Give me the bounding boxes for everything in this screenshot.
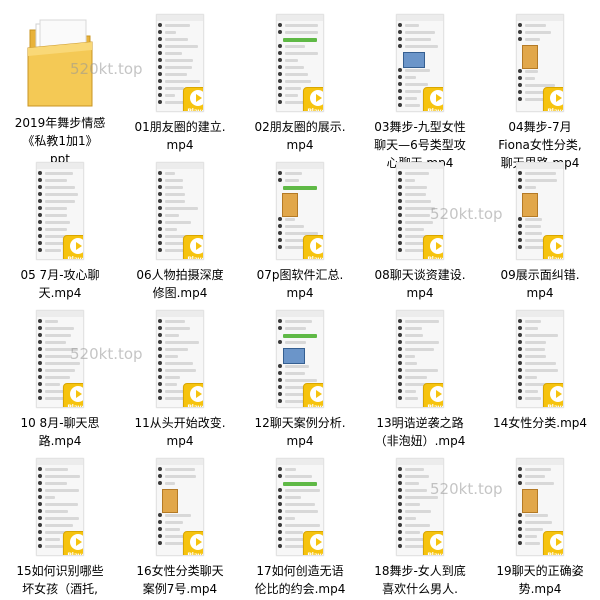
video-file-item[interactable]: Player 07p图软件汇总. mp4: [240, 150, 360, 302]
video-file-item[interactable]: Player 12聊天案例分析. mp4: [240, 298, 360, 450]
file-grid: 2019年舞步情感 《私教1加1》 ppt Player 01朋友圈的建立. mp4…: [0, 0, 600, 600]
video-thumbnail: Player: [36, 162, 84, 260]
folder-icon: [20, 2, 100, 112]
player-badge-label: Player: [427, 108, 443, 112]
player-badge-label: Player: [187, 552, 203, 556]
video-file-item[interactable]: Player03舞步-九型女性 聊天—6号类型攻 心聊天.mp4: [360, 2, 480, 172]
video-thumbnail: Player: [516, 458, 564, 556]
video-file-item[interactable]: Player 01朋友圈的建立. mp4: [120, 2, 240, 154]
file-name: 06人物拍摄深度 修图.mp4: [136, 268, 224, 300]
video-thumbnail: Player: [516, 14, 564, 112]
player-badge-label: Player: [187, 404, 203, 408]
player-badge-label: Player: [427, 552, 443, 556]
file-name: 11从头开始改变. mp4: [134, 416, 226, 448]
file-name: 17如何创造无语 伦比的约会.mp4: [254, 564, 346, 596]
video-player-icon: Player: [543, 87, 563, 112]
video-player-icon: Player: [63, 235, 83, 260]
video-file-item[interactable]: Player 08聊天谈资建设. mp4: [360, 150, 480, 302]
video-file-item[interactable]: Player 18舞步-女人到底 喜欢什么男人. mp4: [360, 446, 480, 600]
file-name: 05 7月-攻心聊 天.mp4: [20, 268, 100, 300]
file-name: 14女性分类.mp4: [492, 416, 588, 430]
player-badge-label: Player: [307, 256, 323, 260]
folder-item[interactable]: 2019年舞步情感 《私教1加1》 ppt: [0, 2, 120, 168]
video-player-icon: Player: [423, 87, 443, 112]
player-badge-label: Player: [187, 108, 203, 112]
video-thumbnail: Player: [276, 458, 324, 556]
video-file-item[interactable]: Player04舞步-7月 Fiona女性分类, 聊天思路.mp4: [480, 2, 600, 172]
video-thumbnail: Player: [516, 162, 564, 260]
video-thumbnail: Player: [276, 310, 324, 408]
video-file-item[interactable]: Player 02朋友圈的展示. mp4: [240, 2, 360, 154]
player-badge-label: Player: [187, 256, 203, 260]
video-player-icon: Player: [543, 383, 563, 408]
video-player-icon: Player: [543, 235, 563, 260]
player-badge-label: Player: [547, 108, 563, 112]
video-player-icon: Player: [63, 531, 83, 556]
file-name: 08聊天谈资建设. mp4: [374, 268, 466, 300]
video-player-icon: Player: [183, 235, 203, 260]
video-player-icon: Player: [303, 383, 323, 408]
player-badge-label: Player: [67, 256, 83, 260]
video-thumbnail: Player: [396, 162, 444, 260]
file-name: 15如何识别哪些 坏女孩（酒托, 仙人跳）.mp4: [16, 564, 104, 596]
video-file-item[interactable]: Player 13明诰逆袭之路 （非泡妞）.mp4: [360, 298, 480, 450]
video-player-icon: Player: [303, 531, 323, 556]
video-thumbnail: Player: [156, 162, 204, 260]
file-name: 19聊天的正确姿 势.mp4: [496, 564, 584, 596]
player-badge-label: Player: [67, 404, 83, 408]
video-thumbnail: Player: [276, 162, 324, 260]
video-file-item[interactable]: Player 17如何创造无语 伦比的约会.mp4: [240, 446, 360, 598]
player-badge-label: Player: [307, 108, 323, 112]
video-file-item[interactable]: Player 15如何识别哪些 坏女孩（酒托, 仙人跳）.mp4: [0, 446, 120, 600]
player-badge-label: Player: [547, 256, 563, 260]
file-name: 01朋友圈的建立. mp4: [134, 120, 226, 152]
file-name: 09展示面纠错. mp4: [500, 268, 580, 300]
file-name: 10 8月-聊天思 路.mp4: [20, 416, 100, 448]
video-file-item[interactable]: Player 09展示面纠错. mp4: [480, 150, 600, 302]
video-player-icon: Player: [543, 531, 563, 556]
video-thumbnail: Player: [516, 310, 564, 408]
video-file-item[interactable]: Player 10 8月-聊天思 路.mp4: [0, 298, 120, 450]
video-player-icon: Player: [423, 235, 443, 260]
player-badge-label: Player: [307, 404, 323, 408]
video-player-icon: Player: [423, 531, 443, 556]
video-player-icon: Player: [63, 383, 83, 408]
file-name: 12聊天案例分析. mp4: [254, 416, 346, 448]
video-thumbnail: Player: [156, 458, 204, 556]
video-player-icon: Player: [183, 383, 203, 408]
player-badge-label: Player: [547, 404, 563, 408]
video-player-icon: Player: [303, 87, 323, 112]
video-player-icon: Player: [183, 531, 203, 556]
player-badge-label: Player: [427, 404, 443, 408]
video-file-item[interactable]: Player 06人物拍摄深度 修图.mp4: [120, 150, 240, 302]
video-thumbnail: Player: [36, 310, 84, 408]
video-thumbnail: Player: [156, 14, 204, 112]
video-thumbnail: Player: [276, 14, 324, 112]
player-badge-label: Player: [67, 552, 83, 556]
file-name: 07p图软件汇总. mp4: [256, 268, 344, 300]
player-badge-label: Player: [307, 552, 323, 556]
video-file-item[interactable]: Player 05 7月-攻心聊 天.mp4: [0, 150, 120, 302]
file-name: 02朋友圈的展示. mp4: [254, 120, 346, 152]
video-file-item[interactable]: Player 19聊天的正确姿 势.mp4: [480, 446, 600, 598]
video-thumbnail: Player: [396, 310, 444, 408]
video-player-icon: Player: [303, 235, 323, 260]
file-name: 18舞步-女人到底 喜欢什么男人. mp4: [374, 564, 466, 596]
player-badge-label: Player: [427, 256, 443, 260]
video-thumbnail: Player: [396, 14, 444, 112]
video-thumbnail: Player: [396, 458, 444, 556]
video-thumbnail: Player: [36, 458, 84, 556]
player-badge-label: Player: [547, 552, 563, 556]
video-file-item[interactable]: Player 11从头开始改变. mp4: [120, 298, 240, 450]
file-name: 13明诰逆袭之路 （非泡妞）.mp4: [374, 416, 466, 448]
video-player-icon: Player: [183, 87, 203, 112]
file-name: 16女性分类聊天 案例7号.mp4: [136, 564, 224, 596]
video-file-item[interactable]: Player 14女性分类.mp4: [480, 298, 600, 432]
video-file-item[interactable]: Player 16女性分类聊天 案例7号.mp4: [120, 446, 240, 598]
video-thumbnail: Player: [156, 310, 204, 408]
video-player-icon: Player: [423, 383, 443, 408]
